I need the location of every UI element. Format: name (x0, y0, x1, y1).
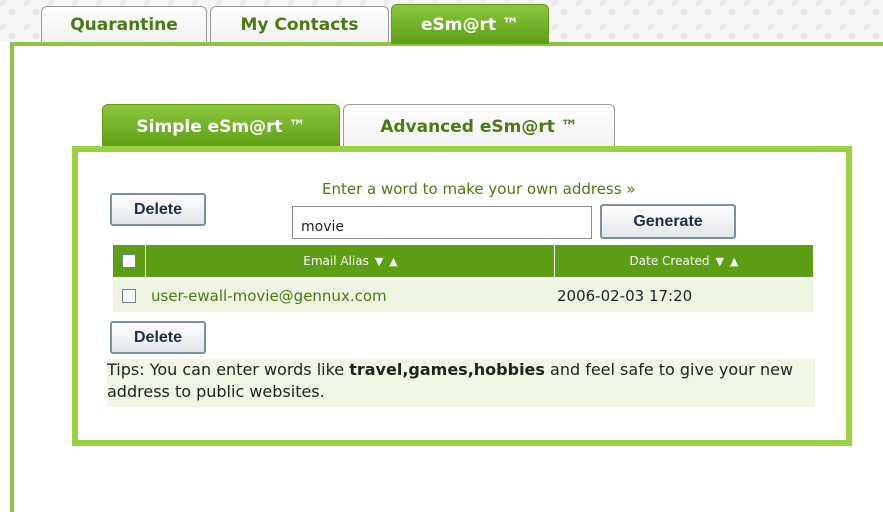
row-checkbox[interactable] (122, 289, 136, 303)
tips-keywords: travel,games,hobbies (349, 360, 545, 379)
column-label-date-created: Date Created (629, 254, 710, 268)
word-input[interactable] (292, 206, 592, 239)
tab-my-contacts-label: My Contacts (240, 14, 359, 35)
tab-esmart-label: eSm@rt ™ (421, 14, 519, 35)
column-header-email-alias[interactable]: Email Alias ▼ ▲ (147, 245, 554, 277)
tab-quarantine-label: Quarantine (70, 14, 178, 35)
generate-hint: Enter a word to make your own address » (322, 180, 636, 198)
sort-desc-icon[interactable]: ▼ (375, 255, 383, 268)
tips-prefix: Tips: You can enter words like (107, 360, 350, 379)
column-header-date-created[interactable]: Date Created ▼ ▲ (555, 245, 813, 277)
sort-desc-icon[interactable]: ▼ (716, 255, 724, 268)
header-checkbox-cell (113, 245, 146, 277)
delete-button-top[interactable]: Delete (110, 193, 206, 226)
select-all-checkbox[interactable] (122, 254, 136, 268)
tab-quarantine[interactable]: Quarantine (41, 6, 207, 42)
tips-text: Tips: You can enter words like travel,ga… (107, 359, 815, 407)
tab-esmart[interactable]: eSm@rt ™ (391, 4, 549, 44)
generate-button[interactable]: Generate (600, 204, 736, 239)
table-row: user-ewall-movie@gennux.com 2006-02-03 1… (113, 280, 813, 312)
sort-asc-icon[interactable]: ▲ (730, 255, 738, 268)
tab-advanced-esmart-label: Advanced eSm@rt ™ (380, 116, 578, 137)
sort-asc-icon[interactable]: ▲ (389, 255, 397, 268)
date-created-cell: 2006-02-03 17:20 (557, 287, 693, 305)
delete-button-bottom[interactable]: Delete (110, 321, 206, 354)
tab-my-contacts[interactable]: My Contacts (210, 6, 389, 42)
column-label-email-alias: Email Alias (303, 254, 369, 268)
tab-simple-esmart[interactable]: Simple eSm@rt ™ (102, 104, 340, 148)
tab-simple-esmart-label: Simple eSm@rt ™ (136, 116, 306, 137)
email-alias-cell: user-ewall-movie@gennux.com (151, 287, 387, 305)
tab-advanced-esmart[interactable]: Advanced eSm@rt ™ (343, 104, 615, 148)
table-header: Email Alias ▼ ▲ Date Created ▼ ▲ (113, 245, 813, 277)
